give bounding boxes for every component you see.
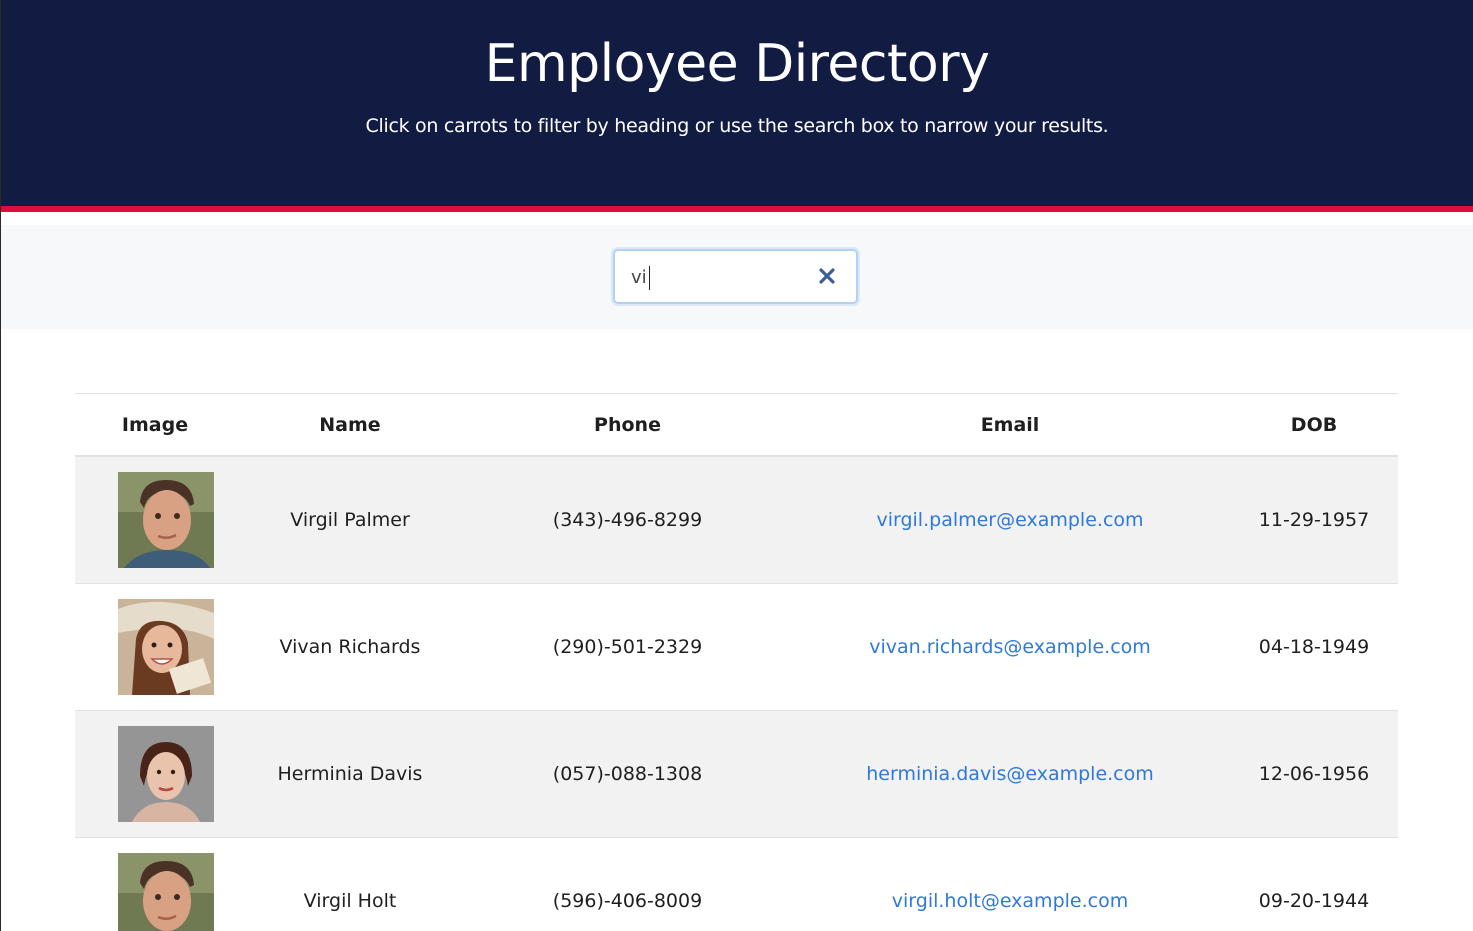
image-cell xyxy=(75,837,235,931)
search-input[interactable] xyxy=(631,262,811,292)
dob-cell: 11-29-1957 xyxy=(1230,455,1398,584)
table-row: Herminia Davis (057)-088-1308 herminia.d… xyxy=(75,710,1398,838)
phone-cell: (596)-406-8009 xyxy=(465,837,790,931)
page-header: Employee Directory Click on carrots to f… xyxy=(1,0,1473,206)
image-cell xyxy=(75,455,235,584)
table-header-row: Image Name Phone Email DOB xyxy=(75,393,1398,457)
employee-table: Image Name Phone Email DOB Virgil Palmer… xyxy=(75,393,1398,931)
column-header-image[interactable]: Image xyxy=(75,393,235,457)
dob-cell: 04-18-1949 xyxy=(1230,583,1398,711)
name-cell: Virgil Palmer xyxy=(235,455,465,584)
email-cell: virgil.palmer@example.com xyxy=(790,455,1230,584)
avatar-woman-icon xyxy=(118,726,214,822)
email-cell: virgil.holt@example.com xyxy=(790,837,1230,931)
avatar-woman-icon xyxy=(118,599,214,695)
phone-cell: (290)-501-2329 xyxy=(465,583,790,711)
table-row: Virgil Palmer (343)-496-8299 virgil.palm… xyxy=(75,455,1398,584)
employee-table-container: Image Name Phone Email DOB Virgil Palmer… xyxy=(75,393,1398,931)
header-accent-bar xyxy=(1,206,1473,212)
email-link[interactable]: herminia.davis@example.com xyxy=(866,763,1154,785)
dob-cell: 09-20-1944 xyxy=(1230,837,1398,931)
image-cell xyxy=(75,710,235,838)
column-header-dob[interactable]: DOB xyxy=(1230,393,1398,457)
app-frame: Employee Directory Click on carrots to f… xyxy=(0,0,1473,931)
image-cell xyxy=(75,583,235,711)
column-header-phone[interactable]: Phone xyxy=(465,393,790,457)
name-cell: Herminia Davis xyxy=(235,710,465,838)
table-row: Virgil Holt (596)-406-8009 virgil.holt@e… xyxy=(75,837,1398,931)
text-cursor xyxy=(649,266,650,290)
email-cell: herminia.davis@example.com xyxy=(790,710,1230,838)
name-cell: Virgil Holt xyxy=(235,837,465,931)
email-link[interactable]: virgil.palmer@example.com xyxy=(876,509,1143,531)
avatar-man-icon xyxy=(118,472,214,568)
search-box[interactable] xyxy=(613,249,858,304)
phone-cell: (343)-496-8299 xyxy=(465,455,790,584)
close-icon[interactable] xyxy=(816,265,838,287)
column-header-name[interactable]: Name xyxy=(235,393,465,457)
dob-cell: 12-06-1956 xyxy=(1230,710,1398,838)
name-cell: Vivan Richards xyxy=(235,583,465,711)
email-link[interactable]: vivan.richards@example.com xyxy=(869,636,1151,658)
table-row: Vivan Richards (290)-501-2329 vivan.rich… xyxy=(75,583,1398,711)
page-subtitle: Click on carrots to filter by heading or… xyxy=(365,115,1109,137)
column-header-email[interactable]: Email xyxy=(790,393,1230,457)
page-title: Employee Directory xyxy=(484,34,990,94)
avatar-man-icon xyxy=(118,853,214,931)
phone-cell: (057)-088-1308 xyxy=(465,710,790,838)
email-link[interactable]: virgil.holt@example.com xyxy=(892,890,1128,912)
email-cell: vivan.richards@example.com xyxy=(790,583,1230,711)
